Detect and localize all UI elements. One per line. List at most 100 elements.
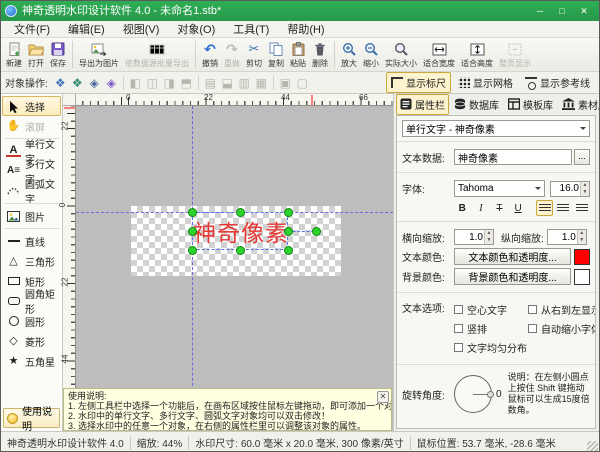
- align-right-button[interactable]: [573, 200, 590, 216]
- rotation-handle[interactable]: [312, 227, 321, 236]
- open-button[interactable]: 打开: [25, 39, 47, 70]
- delete-button[interactable]: 删除: [309, 39, 331, 70]
- move-layer-up-icon[interactable]: ◈: [86, 75, 103, 91]
- text-color-swatch[interactable]: [574, 248, 590, 265]
- h-scale-spinner[interactable]: 1.0 ▲ ▼: [454, 229, 494, 245]
- tool-rounded-rectangle[interactable]: 圆角矩形: [2, 290, 61, 316]
- selection-handle-sw[interactable]: [188, 246, 197, 255]
- zoom-in-button[interactable]: 放大: [338, 39, 360, 70]
- font-size-spinner[interactable]: 16.0 ▲ ▼: [550, 180, 590, 197]
- rotation-knob[interactable]: [487, 390, 494, 398]
- tool-triangle[interactable]: △ 三角形: [2, 251, 61, 271]
- text-color-button[interactable]: 文本颜色和透明度...: [454, 248, 571, 265]
- resize-grip[interactable]: [587, 441, 598, 451]
- guides-icon: [525, 77, 537, 90]
- selection-box[interactable]: [192, 212, 288, 250]
- align-left-button[interactable]: [536, 200, 553, 216]
- spin-down-icon[interactable]: ▼: [581, 188, 589, 196]
- arc-text-icon: [6, 187, 21, 195]
- selection-handle-ne[interactable]: [284, 208, 293, 217]
- tab-materials[interactable]: 素材库: [558, 94, 599, 115]
- font-family-dropdown[interactable]: Tahoma: [454, 180, 545, 197]
- tool-arc-text[interactable]: 圆弧文字: [2, 180, 61, 206]
- object-selector-dropdown[interactable]: 单行文字 - 神奇像素: [402, 120, 590, 137]
- text-data-more-button[interactable]: ...: [574, 149, 590, 165]
- tab-properties[interactable]: 属性栏: [396, 94, 449, 115]
- close-button[interactable]: ✕: [573, 3, 595, 19]
- tool-image[interactable]: 图片: [2, 206, 61, 226]
- maximize-button[interactable]: □: [551, 3, 573, 19]
- toolbar-separator: [195, 41, 196, 68]
- spin-down-icon[interactable]: ▼: [577, 237, 586, 244]
- menu-edit[interactable]: 编辑(E): [59, 20, 114, 38]
- text-data-input[interactable]: 神奇像素: [454, 149, 572, 165]
- usage-close-button[interactable]: ✕: [377, 391, 389, 403]
- tool-star[interactable]: ★ 五角星: [2, 351, 61, 371]
- menu-view[interactable]: 视图(V): [114, 20, 169, 38]
- tool-select[interactable]: 选择: [2, 96, 61, 116]
- menu-tools[interactable]: 工具(T): [224, 20, 278, 38]
- bg-color-label: 背景颜色:: [402, 273, 445, 284]
- option-vertical-text[interactable]: 竖排: [454, 321, 526, 336]
- menu-object[interactable]: 对象(O): [168, 20, 224, 38]
- show-ruler-button[interactable]: 显示标尺: [386, 72, 451, 93]
- v-scale-spinner[interactable]: 1.0 ▲ ▼: [546, 229, 587, 245]
- option-auto-shrink-font[interactable]: 自动缩小字体: [528, 321, 595, 336]
- show-grid-button[interactable]: 显示网格: [453, 72, 518, 93]
- spin-down-icon[interactable]: ▼: [485, 237, 493, 244]
- usage-help-button[interactable]: 使用说明: [3, 407, 60, 433]
- undo-button[interactable]: ↶ 撤销: [199, 39, 221, 70]
- tab-templates[interactable]: 模板库: [504, 94, 557, 115]
- rotation-dial[interactable]: [454, 375, 494, 413]
- spin-up-icon[interactable]: ▲: [581, 181, 589, 189]
- tool-circle[interactable]: 圆形: [2, 311, 61, 331]
- spin-up-icon[interactable]: ▲: [485, 230, 493, 237]
- toolbar-separator: [72, 41, 73, 68]
- italic-button[interactable]: I: [473, 200, 490, 216]
- chevron-down-icon: [580, 127, 586, 133]
- save-button[interactable]: 保存: [47, 39, 69, 70]
- fit-width-button[interactable]: 适合宽度: [420, 39, 458, 70]
- show-guides-button[interactable]: 显示参考线: [520, 72, 595, 93]
- menu-help[interactable]: 帮助(H): [278, 20, 333, 38]
- align-center-button[interactable]: [555, 200, 572, 216]
- new-button[interactable]: 新建: [3, 39, 25, 70]
- selection-handle-se[interactable]: [284, 246, 293, 255]
- tab-database[interactable]: 数据库: [450, 94, 503, 115]
- bg-color-swatch[interactable]: [574, 268, 590, 285]
- strikethrough-button[interactable]: T: [491, 200, 508, 216]
- chevron-down-icon: [535, 187, 541, 193]
- copy-button[interactable]: 复制: [265, 39, 287, 70]
- option-hollow-text[interactable]: 空心文字: [454, 302, 526, 317]
- text-data-label: 文本数据:: [402, 153, 445, 165]
- send-to-back-icon[interactable]: ❖: [69, 75, 86, 91]
- status-mouse-position: 鼠标位置: 53.7 毫米, -28.6 毫米: [416, 439, 556, 450]
- menu-file[interactable]: 文件(F): [5, 20, 59, 38]
- fit-height-button[interactable]: 适合高度: [458, 39, 496, 70]
- paste-button[interactable]: 粘贴: [287, 39, 309, 70]
- tool-diamond[interactable]: ◇ 菱形: [2, 331, 61, 351]
- selection-handle-s[interactable]: [236, 246, 245, 255]
- window-title: 神奇透明水印设计软件 4.0 - 未命名1.stb*: [22, 5, 222, 17]
- actual-size-button[interactable]: 实际大小: [382, 39, 420, 70]
- zoom-out-button[interactable]: 缩小: [360, 39, 382, 70]
- tool-line[interactable]: 直线: [2, 231, 61, 251]
- move-layer-down-icon[interactable]: ◈: [103, 75, 120, 91]
- minimize-button[interactable]: ─: [529, 3, 551, 19]
- option-even-distribution[interactable]: 文字均匀分布: [454, 340, 527, 355]
- bg-color-button[interactable]: 背景颜色和透明度...: [454, 268, 571, 285]
- bring-to-front-icon[interactable]: ❖: [52, 75, 69, 91]
- selection-handle-e[interactable]: [284, 227, 293, 236]
- selection-handle-nw[interactable]: [188, 208, 197, 217]
- bold-button[interactable]: B: [454, 200, 471, 216]
- underline-button[interactable]: U: [510, 200, 527, 216]
- canvas[interactable]: 神奇像素: [76, 106, 393, 431]
- object-selector-section: 单行文字 - 神奇像素: [397, 116, 595, 142]
- vertical-guide-line[interactable]: [192, 106, 193, 431]
- cut-button[interactable]: ✂ 剪切: [243, 39, 265, 70]
- selection-handle-n[interactable]: [236, 208, 245, 217]
- selection-handle-w[interactable]: [188, 227, 197, 236]
- option-right-to-left[interactable]: 从右到左显示: [528, 302, 595, 317]
- spin-up-icon[interactable]: ▲: [577, 230, 586, 237]
- export-image-button[interactable]: 导出为图片: [76, 39, 122, 70]
